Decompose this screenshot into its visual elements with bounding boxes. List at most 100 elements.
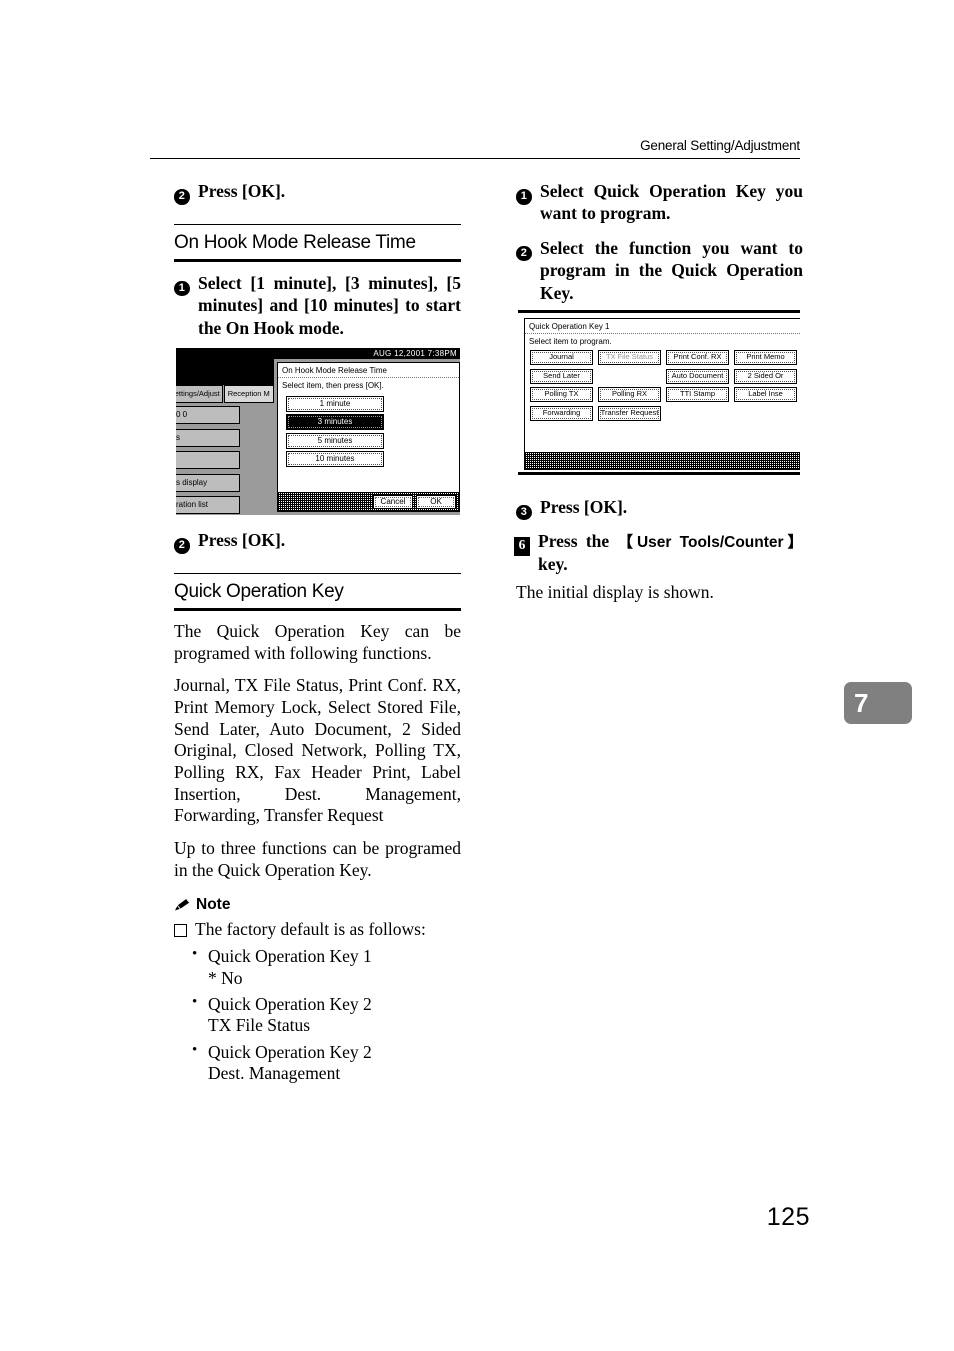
- running-header: General Setting/Adjustment: [640, 138, 800, 153]
- heading-rule-top: [174, 573, 461, 575]
- lcd-function-grid: Journal TX File Status Print Conf. RX Pr…: [525, 350, 800, 421]
- paragraph-limit: Up to three functions can be programed i…: [174, 838, 461, 880]
- step-marker: 2: [174, 531, 194, 554]
- lcd-option-5-minutes[interactable]: 5 minutes: [286, 432, 384, 449]
- section-heading-on-hook-mode: On Hook Mode Release Time: [174, 224, 461, 262]
- step-marker: 1: [516, 182, 536, 205]
- heading-rule-bottom: [174, 259, 461, 262]
- section-title: Quick Operation Key: [174, 581, 344, 603]
- paragraph-initial-display: The initial display is shown.: [516, 581, 714, 602]
- note-square-icon: [174, 923, 187, 937]
- step-marker: 1: [174, 274, 194, 297]
- lcd-tab-strip[interactable]: ettings/Adjust Reception M: [176, 385, 274, 403]
- paragraph-function-list: Journal, TX File Status, Print Conf. RX,…: [174, 675, 461, 826]
- lcd-grid-row: Send Later Auto Document 2 Sided Or: [530, 368, 800, 384]
- lcd-key-forwarding[interactable]: Forwarding: [530, 405, 593, 421]
- note-heading: Note: [174, 896, 461, 914]
- lcd-menu-row[interactable]: [176, 451, 240, 469]
- lcd-menu-row[interactable]: 0 0: [176, 406, 240, 424]
- lcd-key-polling-tx[interactable]: Polling TX: [530, 387, 593, 402]
- lcd-option-1-minute[interactable]: 1 minute: [286, 395, 384, 412]
- lcd-key-label-insertion[interactable]: Label Inse: [734, 387, 797, 402]
- step-marker: 2: [516, 239, 536, 262]
- note-label: Note: [196, 895, 231, 913]
- lcd-cancel-button[interactable]: Cancel: [373, 494, 413, 509]
- note-sublist: Quick Operation Key 1 * No Quick Operati…: [174, 945, 461, 1085]
- chapter-tab: 7: [844, 682, 912, 724]
- list-item-line2: Dest. Management: [208, 1062, 341, 1083]
- lcd-key-transfer-request[interactable]: Transfer Request: [598, 405, 661, 421]
- lcd-panel-instruction: Select item to program.: [529, 337, 612, 346]
- step-marker: 6: [514, 532, 534, 557]
- list-item-line1: Quick Operation Key 2: [208, 1041, 372, 1062]
- lcd-option-3-minutes[interactable]: 3 minutes: [286, 414, 384, 430]
- lcd-screenshot-on-hook-mode: AUG 12,2001 7:38PM ettings/Adjust Recept…: [176, 348, 460, 515]
- step-press-ok-top: 2 Press [OK].: [174, 180, 461, 205]
- step-text-suffix: key.: [538, 554, 568, 575]
- step-text-prefix: Press the: [538, 531, 618, 552]
- left-column: 2 Press [OK]. On Hook Mode Release Time …: [174, 180, 461, 1089]
- lcd-dialog-instruction: Select item, then press [OK].: [282, 381, 384, 390]
- step-text: Press the 【User Tools/Counter】 key.: [538, 530, 803, 575]
- step-text: Press [OK].: [198, 530, 286, 551]
- list-item: Quick Operation Key 2 Dest. Management: [192, 1041, 461, 1085]
- list-item-line2: * No: [208, 967, 243, 988]
- lcd-key-empty: [666, 406, 729, 421]
- lcd-dialog-footer: Cancel OK: [278, 492, 459, 511]
- list-item-line2: TX File Status: [208, 1015, 311, 1036]
- list-item-line1: Quick Operation Key 2: [208, 993, 372, 1014]
- lcd-panel: Quick Operation Key 1 Select item to pro…: [524, 318, 800, 470]
- lcd-black-region: [176, 359, 274, 385]
- lcd-screenshot-quick-operation-key: Quick Operation Key 1 Select item to pro…: [518, 310, 800, 475]
- lcd-status-bar: AUG 12,2001 7:38PM: [176, 348, 460, 359]
- lcd-option-10-minutes[interactable]: 10 minutes: [286, 451, 384, 467]
- step-marker: 3: [516, 498, 536, 521]
- step-press-user-tools-counter: 6 Press the 【User Tools/Counter】 key.: [514, 530, 803, 575]
- lcd-ok-button[interactable]: OK: [416, 494, 456, 509]
- lcd-grid-row: Journal TX File Status Print Conf. RX Pr…: [530, 350, 800, 365]
- list-item-line1: Quick Operation Key 1: [208, 946, 372, 967]
- lcd-panel-title: Quick Operation Key 1: [525, 319, 800, 334]
- heading-rule-bottom: [174, 608, 461, 611]
- pencil-icon: [174, 898, 191, 912]
- header-divider: [150, 158, 800, 159]
- lcd-key-2-sided-original[interactable]: 2 Sided Or: [734, 368, 797, 384]
- lcd-panel-footer: [525, 452, 800, 469]
- lcd-key-print-conf-rx[interactable]: Print Conf. RX: [666, 350, 729, 365]
- lcd-key-polling-rx[interactable]: Polling RX: [598, 387, 661, 402]
- step-text: Select Quick Operation Key you want to p…: [540, 181, 803, 224]
- lcd-tab-settings-adjust[interactable]: ettings/Adjust: [176, 385, 223, 403]
- lcd-key-empty: [598, 369, 661, 384]
- list-item: Quick Operation Key 1 * No: [192, 945, 461, 989]
- step-text: Select the function you want to program …: [540, 237, 803, 303]
- section-title: On Hook Mode Release Time: [174, 232, 416, 254]
- lcd-key-print-memory-lock[interactable]: Print Memo: [734, 350, 797, 365]
- step-text: Select [1 minute], [3 minutes], [5 minut…: [198, 272, 461, 338]
- lcd-key-auto-document[interactable]: Auto Document: [666, 368, 729, 384]
- page-number: 125: [766, 1203, 810, 1231]
- lcd-menu-row[interactable]: ration list: [176, 496, 240, 514]
- lcd-grid-row: Polling TX Polling RX TTI Stamp Label In…: [530, 387, 800, 402]
- lcd-key-send-later[interactable]: Send Later: [530, 368, 593, 384]
- lcd-menu-rows: 0 0 s s display ration list: [176, 406, 240, 515]
- step-press-ok-onhook: 2 Press [OK].: [174, 529, 461, 554]
- step-select-function: 2 Select the function you want to progra…: [516, 237, 803, 304]
- hardkey-label: 【User Tools/Counter】: [617, 534, 804, 552]
- note-item-text: The factory default is as follows:: [195, 918, 426, 939]
- heading-rule-top: [174, 224, 461, 226]
- lcd-key-tx-file-status[interactable]: TX File Status: [598, 350, 661, 365]
- lcd-menu-row[interactable]: s: [176, 428, 240, 447]
- step-select-quick-operation-key: 1 Select Quick Operation Key you want to…: [516, 180, 803, 225]
- lcd-key-tti-stamp[interactable]: TTI Stamp: [666, 387, 729, 402]
- step-marker: 2: [174, 182, 194, 205]
- note-item: The factory default is as follows:: [174, 919, 461, 941]
- paragraph-intro: The Quick Operation Key can be programed…: [174, 620, 461, 663]
- lcd-key-empty: [734, 406, 797, 421]
- lcd-menu-row[interactable]: s display: [176, 473, 240, 492]
- lcd-key-journal[interactable]: Journal: [530, 350, 593, 365]
- step-select-release-time: 1 Select [1 minute], [3 minutes], [5 min…: [174, 272, 461, 339]
- lcd-dialog-title: On Hook Mode Release Time: [278, 363, 459, 378]
- step-text: Press [OK].: [540, 496, 628, 517]
- list-item: Quick Operation Key 2 TX File Status: [192, 993, 461, 1037]
- lcd-tab-reception-mode[interactable]: Reception M: [223, 385, 274, 403]
